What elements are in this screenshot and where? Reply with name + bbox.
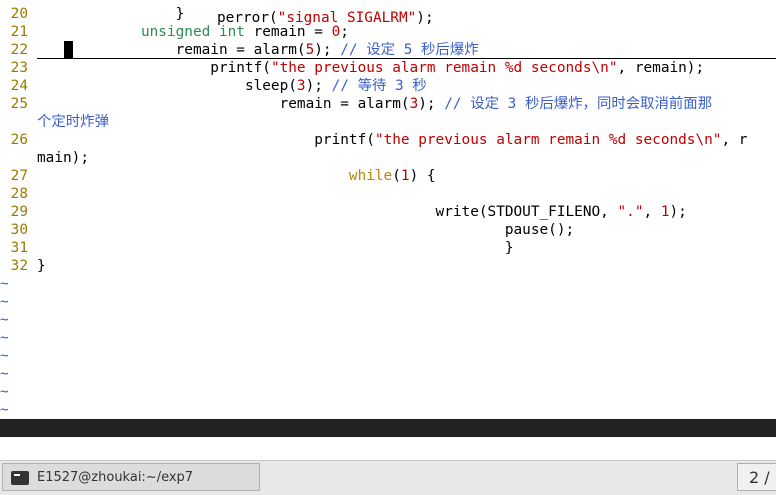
line-number: 29 [10, 204, 28, 220]
status-format: [FORMAT=unix] [164, 438, 278, 454]
empty-line-tilde: ~ [0, 348, 9, 364]
code-text: while(1) { [348, 168, 436, 184]
status-type: [TYPE=C] [285, 438, 356, 454]
status-percent: [68%] [450, 438, 494, 454]
empty-line-tilde: ~ [0, 402, 9, 418]
line-number: 30 [10, 222, 28, 238]
code-text: } [37, 6, 185, 22]
code-text: remain = alarm(3); // 设定 3 秒后爆炸，同时会取消前面那 [279, 96, 713, 112]
code-text: } [504, 240, 514, 256]
line-number: 23 [10, 60, 28, 76]
line-number: 24 [10, 78, 28, 94]
code-text: main); [37, 150, 89, 166]
empty-line-tilde: ~ [0, 366, 9, 382]
line-number: 32 [10, 258, 28, 274]
line-number: 27 [10, 168, 28, 184]
vim-editor[interactable]: perror("signal SIGALRM"); 20 } 21 unsigne… [0, 0, 776, 418]
empty-line-tilde: ~ [0, 312, 9, 328]
empty-line-tilde: ~ [0, 276, 9, 292]
line-number: 21 [10, 24, 28, 40]
empty-line-tilde: ~ [0, 384, 9, 400]
line-number: 25 [10, 96, 28, 112]
taskbar-terminal-window[interactable]: E1527@zhoukai:~/exp7 [2, 463, 260, 491]
code-text: unsigned int remain = 0; [140, 24, 349, 40]
taskbar-window-title: E1527@zhoukai:~/exp7 [37, 470, 194, 485]
line-number: 28 [10, 186, 28, 202]
code-text: printf("the previous alarm remain %d sec… [210, 60, 705, 76]
status-pos: [POS=22,4] [363, 438, 451, 454]
status-datetime: 21/05/20 - 16:15 [502, 438, 642, 454]
status-file: ~/exp7/myalarm.c [17, 438, 156, 454]
code-text: printf("the previous alarm remain %d sec… [314, 132, 748, 148]
code-text: write(STDOUT_FILENO, ".", 1); [435, 204, 687, 220]
text-cursor [64, 41, 73, 58]
taskbar: E1527@zhoukai:~/exp7 2 / [0, 460, 776, 495]
vim-status-line: ~/exp7/myalarm.c [FORMAT=unix] [TYPE=C] … [0, 419, 776, 454]
empty-line-tilde: ~ [0, 330, 9, 346]
line-number: 26 [10, 132, 28, 148]
code-text: sleep(3); // 等待 3 秒 [244, 78, 427, 94]
code-text: pause(); [504, 222, 575, 238]
cursor-line-underline [37, 58, 776, 59]
code-text: } [37, 258, 46, 274]
terminal-icon [11, 471, 29, 485]
empty-line-tilde: ~ [0, 294, 9, 310]
code-text: 个定时炸弹 [37, 114, 109, 130]
line-number: 20 [10, 6, 28, 22]
code-text: remain = alarm(5); // 设定 5 秒后爆炸 [175, 42, 479, 58]
workspace-indicator[interactable]: 2 / [737, 463, 776, 491]
line-number: 31 [10, 240, 28, 256]
line-number: 22 [10, 42, 28, 58]
